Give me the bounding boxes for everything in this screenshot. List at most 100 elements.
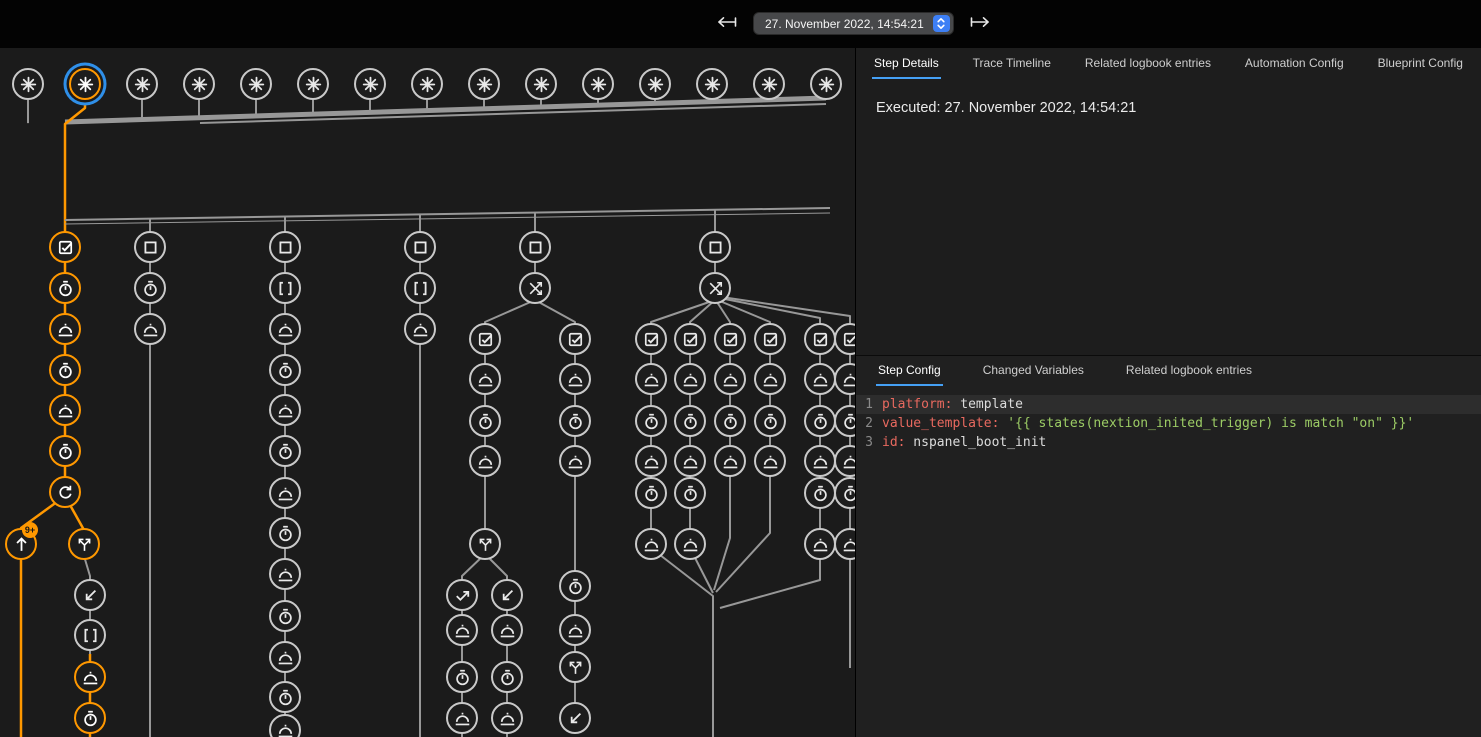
service-node[interactable] [491,614,523,646]
service-node[interactable] [754,445,786,477]
brackets-node[interactable] [74,619,106,651]
previous-run-button[interactable] [716,15,738,33]
service-node[interactable] [49,313,81,345]
condition-node[interactable] [804,323,836,355]
timer-node[interactable] [269,354,301,386]
tab-trace-timeline[interactable]: Trace Timeline [971,48,1053,79]
service-node[interactable] [469,445,501,477]
service-node[interactable] [804,363,836,395]
service-node[interactable] [446,614,478,646]
condition-node[interactable] [635,323,667,355]
service-node[interactable] [559,363,591,395]
timer-node[interactable] [49,435,81,467]
split-node[interactable] [469,528,501,560]
square-node[interactable] [519,231,551,263]
service-node[interactable] [674,445,706,477]
tab-changed-variables[interactable]: Changed Variables [981,356,1086,386]
timer-node[interactable] [559,570,591,602]
trigger-node[interactable] [183,68,215,100]
condition-node[interactable] [674,323,706,355]
timer-node[interactable] [134,272,166,304]
condition-node[interactable] [559,323,591,355]
square-node[interactable] [699,231,731,263]
brackets-node[interactable] [404,272,436,304]
next-run-button[interactable] [969,15,991,33]
timer-node[interactable] [49,272,81,304]
timer-node[interactable] [754,405,786,437]
brackets-node[interactable] [269,272,301,304]
service-node[interactable] [491,702,523,734]
tab-related-logbook-entries[interactable]: Related logbook entries [1083,48,1213,79]
service-node[interactable] [446,702,478,734]
timer-node[interactable] [491,661,523,693]
arrow-down-left-node[interactable] [491,579,523,611]
service-node[interactable] [269,558,301,590]
condition-node[interactable] [469,323,501,355]
service-node[interactable] [559,614,591,646]
tab-blueprint-config[interactable]: Blueprint Config [1376,48,1465,79]
trigger-node[interactable] [297,68,329,100]
timer-node[interactable] [446,661,478,693]
timer-node[interactable] [469,405,501,437]
timer-node[interactable] [269,517,301,549]
trigger-node[interactable] [126,68,158,100]
trigger-node[interactable] [354,68,386,100]
tab-step-config[interactable]: Step Config [876,356,943,386]
timer-node[interactable] [635,477,667,509]
service-node[interactable] [269,477,301,509]
timer-node[interactable] [49,354,81,386]
service-node[interactable] [269,313,301,345]
repeat-node[interactable] [49,476,81,508]
timer-node[interactable] [674,477,706,509]
service-node[interactable] [674,528,706,560]
tab-step-details[interactable]: Step Details [872,48,941,79]
service-node[interactable] [74,661,106,693]
tab-related-logbook-entries[interactable]: Related logbook entries [1124,356,1254,386]
trigger-node[interactable] [240,68,272,100]
square-node[interactable] [404,231,436,263]
timer-node[interactable] [804,477,836,509]
service-node[interactable] [49,394,81,426]
service-node[interactable] [404,313,436,345]
service-node[interactable] [469,363,501,395]
trigger-node[interactable] [525,68,557,100]
service-node[interactable] [134,313,166,345]
timer-node[interactable] [635,405,667,437]
timer-node[interactable] [269,600,301,632]
tab-automation-config[interactable]: Automation Config [1243,48,1346,79]
square-node[interactable] [134,231,166,263]
split-node[interactable] [68,528,100,560]
service-node[interactable] [635,445,667,477]
trigger-node[interactable] [753,68,785,100]
trigger-node[interactable] [810,68,842,100]
timer-node[interactable] [804,405,836,437]
arrow-down-left-node[interactable] [559,702,591,734]
service-node[interactable] [635,363,667,395]
trigger-node[interactable] [696,68,728,100]
service-node[interactable] [714,445,746,477]
service-node[interactable] [269,641,301,673]
trigger-node[interactable] [69,68,101,100]
parallel-node[interactable] [519,272,551,304]
service-node[interactable] [674,363,706,395]
trigger-node[interactable] [582,68,614,100]
square-node[interactable] [269,231,301,263]
service-node[interactable] [269,394,301,426]
timer-node[interactable] [674,405,706,437]
service-node[interactable] [559,445,591,477]
trigger-node[interactable] [411,68,443,100]
timer-node[interactable] [269,681,301,713]
service-node[interactable] [804,528,836,560]
arrow-down-left-node[interactable] [74,579,106,611]
parallel-node[interactable] [699,272,731,304]
trigger-node[interactable] [12,68,44,100]
trigger-node[interactable] [468,68,500,100]
service-node[interactable] [635,528,667,560]
condition-node[interactable] [714,323,746,355]
run-select-dropdown[interactable]: 27. November 2022, 14:54:21 [753,12,954,35]
condition-node[interactable] [754,323,786,355]
condition-node[interactable] [49,231,81,263]
service-node[interactable] [804,445,836,477]
timer-node[interactable] [559,405,591,437]
trigger-node[interactable] [639,68,671,100]
